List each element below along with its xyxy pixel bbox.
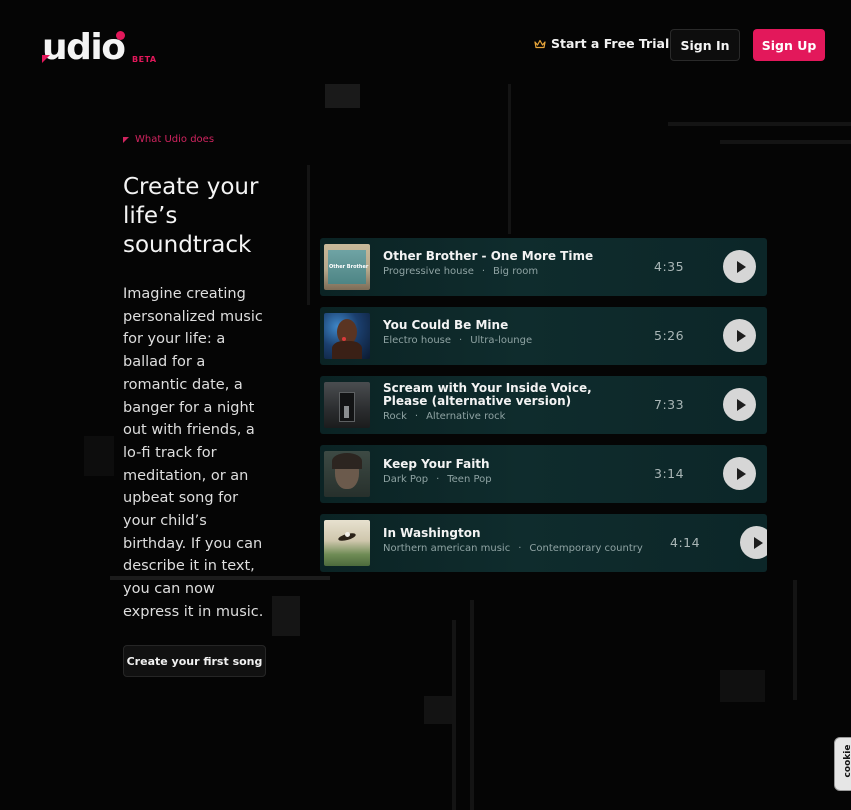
eyebrow-label: What Udio does xyxy=(135,134,215,145)
play-button[interactable] xyxy=(723,319,756,352)
bg-decoration xyxy=(307,165,310,305)
track-genre[interactable]: Northern american music xyxy=(383,543,510,554)
hero-description: Imagine creating personalized music for … xyxy=(123,286,264,620)
beta-badge: BETA xyxy=(132,55,157,64)
track-item[interactable]: You Could Be Mine Electro house · Ultra-… xyxy=(320,307,767,365)
free-trial-label: Start a Free Trial xyxy=(551,36,670,51)
track-cover-image xyxy=(324,520,370,566)
tag-separator: · xyxy=(481,266,486,277)
track-subgenre[interactable]: Big room xyxy=(493,266,538,277)
logo-wordmark: udio xyxy=(42,27,126,68)
logo-dot xyxy=(116,31,125,40)
bg-decoration xyxy=(668,122,851,126)
create-first-song-button[interactable]: Create your first song xyxy=(123,645,266,677)
play-icon xyxy=(736,398,746,411)
track-tags: Northern american music · Contemporary c… xyxy=(383,543,643,554)
tag-separator: · xyxy=(414,411,419,422)
play-icon xyxy=(736,467,746,480)
track-duration: 4:14 xyxy=(670,535,701,550)
section-eyebrow: What Udio does xyxy=(123,134,214,145)
bg-decoration xyxy=(720,140,851,144)
udio-logo[interactable]: udio BETA xyxy=(42,27,162,68)
tag-separator: · xyxy=(518,543,522,554)
track-genre[interactable]: Progressive house xyxy=(383,266,474,277)
track-duration: 3:14 xyxy=(654,466,685,481)
track-item[interactable]: Scream with Your Inside Voice, Please (a… xyxy=(320,376,767,434)
track-cover-image xyxy=(324,382,370,428)
bg-decoration xyxy=(508,84,511,234)
bg-decoration xyxy=(272,596,300,636)
track-tags: Electro house · Ultra-lounge xyxy=(383,335,532,346)
track-cover-image xyxy=(324,451,370,497)
track-title[interactable]: In Washington xyxy=(383,527,633,540)
sign-up-button[interactable]: Sign Up xyxy=(753,29,825,61)
bg-decoration xyxy=(793,580,797,700)
track-genre[interactable]: Dark Pop xyxy=(383,474,428,485)
track-cover-caption: Other Brother xyxy=(329,264,369,270)
track-duration: 5:26 xyxy=(654,328,685,343)
track-item[interactable]: Other Brother Other Brother - One More T… xyxy=(320,238,767,296)
track-cover-image xyxy=(324,313,370,359)
play-button[interactable] xyxy=(723,250,756,283)
play-icon xyxy=(736,260,746,273)
track-duration: 4:35 xyxy=(654,259,685,274)
free-trial-link[interactable]: Start a Free Trial xyxy=(534,36,669,51)
play-icon xyxy=(736,329,746,342)
play-button[interactable] xyxy=(740,526,767,559)
cookie-label: cookie xyxy=(843,744,851,778)
play-button[interactable] xyxy=(723,457,756,490)
track-subgenre[interactable]: Alternative rock xyxy=(426,411,505,422)
bg-decoration xyxy=(325,84,360,108)
track-item[interactable]: In Washington Northern american music · … xyxy=(320,514,767,572)
track-tags: Progressive house · Big room xyxy=(383,266,538,277)
play-icon xyxy=(753,536,763,549)
eyebrow-mark-icon xyxy=(123,136,129,143)
cookie-settings-tab[interactable]: cookie xyxy=(834,737,851,791)
bg-decoration xyxy=(424,696,454,724)
track-subgenre[interactable]: Contemporary country xyxy=(529,543,642,554)
track-genre[interactable]: Electro house xyxy=(383,335,451,346)
track-title[interactable]: Keep Your Faith xyxy=(383,458,633,471)
track-title[interactable]: Other Brother - One More Time xyxy=(383,250,633,263)
bg-decoration xyxy=(470,600,474,810)
track-tags: Dark Pop · Teen Pop xyxy=(383,474,492,485)
bg-decoration xyxy=(84,436,114,476)
sign-in-button[interactable]: Sign In xyxy=(670,29,740,61)
page-title: Create your life’s soundtrack xyxy=(123,174,259,258)
tag-separator: · xyxy=(436,474,440,485)
crown-icon xyxy=(534,39,546,48)
track-item[interactable]: Keep Your Faith Dark Pop · Teen Pop 3:14 xyxy=(320,445,767,503)
logo-tick xyxy=(42,55,50,63)
play-button[interactable] xyxy=(723,388,756,421)
track-duration: 7:33 xyxy=(654,397,685,412)
track-title[interactable]: You Could Be Mine xyxy=(383,319,633,332)
track-cover-image: Other Brother xyxy=(324,244,370,290)
track-title[interactable]: Scream with Your Inside Voice, Please (a… xyxy=(383,382,633,408)
tag-separator: · xyxy=(459,335,463,346)
track-genre[interactable]: Rock xyxy=(383,411,407,422)
bg-decoration xyxy=(452,620,456,810)
track-subgenre[interactable]: Teen Pop xyxy=(447,474,491,485)
track-subgenre[interactable]: Ultra-lounge xyxy=(470,335,532,346)
track-tags: Rock · Alternative rock xyxy=(383,411,505,422)
bg-decoration xyxy=(720,670,765,702)
